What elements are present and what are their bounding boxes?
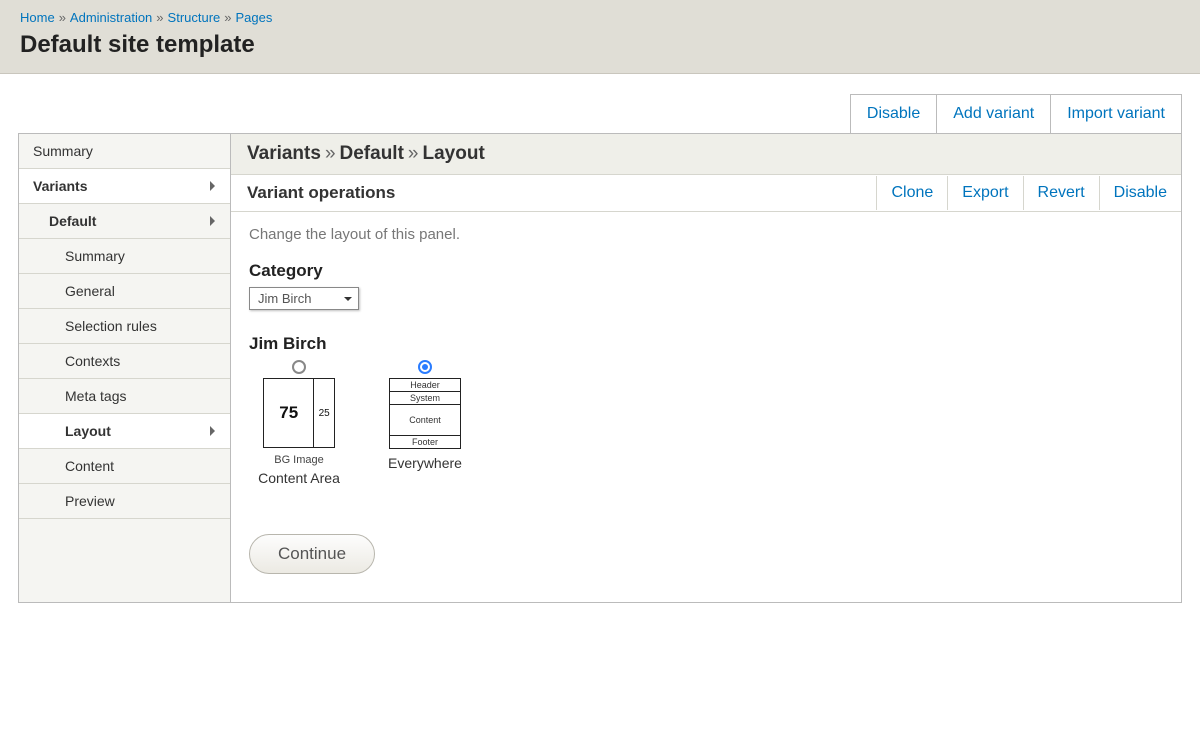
layout-thumbnail: 7525	[263, 378, 335, 448]
layout-group-label: Jim Birch	[249, 334, 1163, 354]
continue-button[interactable]: Continue	[249, 534, 375, 574]
breadcrumb: Home»Administration»Structure»Pages	[20, 10, 1180, 25]
top-action-link[interactable]: Disable	[850, 94, 937, 133]
description: Change the layout of this panel.	[249, 226, 1163, 243]
variant-op-link[interactable]: Revert	[1023, 176, 1099, 210]
thumb-row: Header	[390, 379, 460, 392]
breadcrumb-sep: »	[156, 10, 163, 25]
category-select[interactable]: Jim Birch	[249, 287, 359, 310]
breadcrumb-link[interactable]: Home	[20, 10, 55, 25]
layout-caption: Content Area	[249, 470, 349, 486]
sidebar-item[interactable]: Selection rules	[19, 309, 230, 344]
top-action-link[interactable]: Add variant	[936, 94, 1051, 133]
sidebar-item[interactable]: Content	[19, 449, 230, 484]
sidebar-item[interactable]: Contexts	[19, 344, 230, 379]
subbar-label: Variant operations	[231, 175, 411, 211]
sidebar-item[interactable]: General	[19, 274, 230, 309]
layout-thumbnail: HeaderSystemContentFooter	[389, 378, 461, 449]
top-action-link[interactable]: Import variant	[1050, 94, 1182, 133]
breadcrumb-sep: »	[59, 10, 66, 25]
thumb-row: Content	[390, 405, 460, 436]
layout-caption-small: BG Image	[249, 454, 349, 466]
thumb-col: 25	[314, 379, 334, 447]
variant-op-link[interactable]: Clone	[876, 176, 947, 210]
sidebar-item[interactable]: Variants	[19, 169, 230, 204]
subbar-ops: CloneExportRevertDisable	[876, 176, 1181, 210]
layout-caption: Everywhere	[375, 455, 475, 471]
layout-option-everywhere[interactable]: HeaderSystemContentFooter Everywhere	[375, 360, 475, 486]
variant-op-link[interactable]: Export	[947, 176, 1022, 210]
sidebar-item[interactable]: Summary	[19, 134, 230, 169]
sidebar-item[interactable]: Summary	[19, 239, 230, 274]
sidebar-item[interactable]: Preview	[19, 484, 230, 519]
main-pane: Variants»Default»Layout Variant operatio…	[231, 134, 1181, 602]
thumb-row: System	[390, 392, 460, 405]
breadcrumb-sep: »	[224, 10, 231, 25]
radio-icon[interactable]	[292, 360, 306, 374]
content-path-segment: Layout	[423, 143, 485, 164]
breadcrumb-link[interactable]: Structure	[168, 10, 221, 25]
path-sep: »	[408, 143, 419, 164]
thumb-col: 75	[264, 379, 314, 447]
top-actions: DisableAdd variantImport variant	[18, 94, 1182, 134]
content-path-segment: Default	[340, 143, 404, 164]
sidebar-item[interactable]: Layout	[19, 414, 230, 449]
path-sep: »	[325, 143, 336, 164]
breadcrumb-link[interactable]: Pages	[236, 10, 273, 25]
thumb-row: Footer	[390, 436, 460, 448]
radio-icon[interactable]	[418, 360, 432, 374]
layout-option-bg-image[interactable]: 7525 BG Image Content Area	[249, 360, 349, 486]
category-label: Category	[249, 261, 1163, 281]
breadcrumb-link[interactable]: Administration	[70, 10, 152, 25]
page-title: Default site template	[20, 31, 1180, 59]
variant-op-link[interactable]: Disable	[1099, 176, 1181, 210]
category-select-value: Jim Birch	[258, 291, 311, 306]
sidebar-item[interactable]: Default	[19, 204, 230, 239]
content-path-segment: Variants	[247, 143, 321, 164]
content-path: Variants»Default»Layout	[231, 134, 1181, 175]
sidebar-item[interactable]: Meta tags	[19, 379, 230, 414]
sidebar: SummaryVariantsDefaultSummaryGeneralSele…	[19, 134, 231, 602]
